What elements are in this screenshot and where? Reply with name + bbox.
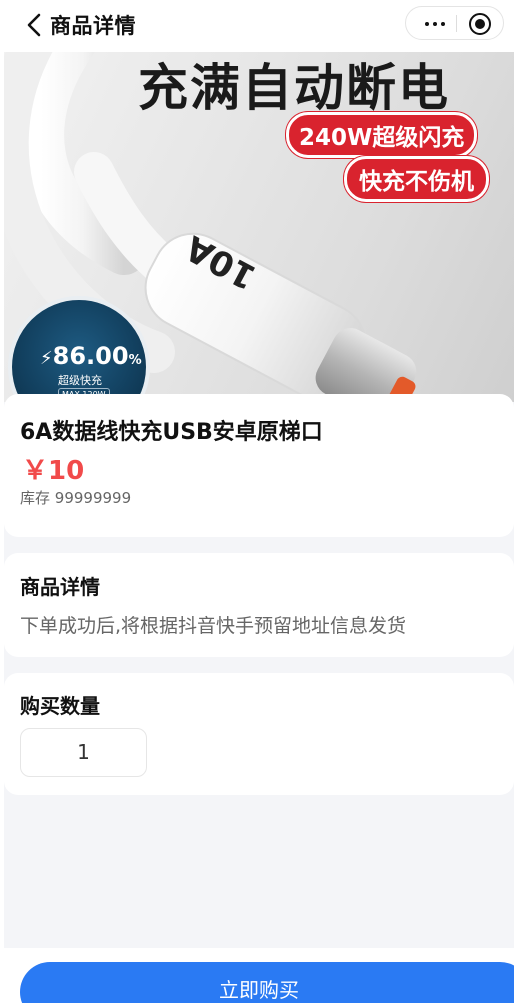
quantity-input[interactable]: 1 bbox=[20, 728, 147, 777]
bottom-action-bar: 立即购买 bbox=[4, 948, 514, 1003]
detail-text: 下单成功后,将根据抖音快手预留地址信息发货 bbox=[20, 615, 407, 637]
capsule-divider bbox=[456, 15, 457, 32]
stock-info: 库存 99999999 bbox=[20, 487, 131, 508]
detail-title: 商品详情 bbox=[20, 575, 100, 599]
target-circle-icon[interactable] bbox=[468, 12, 492, 36]
buy-now-label: 立即购买 bbox=[219, 978, 299, 1002]
quantity-card: 购买数量 1 bbox=[4, 673, 514, 795]
chevron-left-icon[interactable] bbox=[24, 11, 46, 39]
badge-subtitle: 超级快充 bbox=[58, 374, 102, 387]
quantity-title: 购买数量 bbox=[20, 694, 100, 718]
product-price: ￥10 bbox=[22, 456, 85, 486]
buy-now-button[interactable]: 立即购买 bbox=[20, 962, 514, 1003]
stock-label: 库存 bbox=[20, 489, 51, 507]
product-name: 6A数据线快充USB安卓原梯口 bbox=[20, 420, 323, 445]
image-tag-240w: 240W超级闪充 bbox=[286, 112, 478, 158]
detail-card: 商品详情 下单成功后,将根据抖音快手预留地址信息发货 bbox=[4, 553, 514, 657]
product-image: 充满自动断电 240W超级闪充 快充不伤机 10A ⚡86.00% 超级快充 M… bbox=[4, 52, 514, 402]
page-title: 商品详情 bbox=[50, 14, 136, 38]
mini-program-capsule bbox=[405, 6, 504, 40]
badge-percent: ⚡86.00% bbox=[40, 342, 142, 370]
image-headline: 充满自动断电 bbox=[138, 59, 450, 117]
more-dots-icon[interactable] bbox=[416, 7, 454, 39]
top-navbar: 商品详情 bbox=[4, 0, 514, 52]
product-info-card: 6A数据线快充USB安卓原梯口 ￥10 库存 99999999 bbox=[4, 394, 514, 537]
stock-value: 99999999 bbox=[54, 489, 132, 507]
image-tag-fast-charge: 快充不伤机 bbox=[344, 156, 489, 202]
product-detail-page: 商品详情 充满自动断电 240W超级闪充 快充不伤机 10A ⚡86.00% 超… bbox=[4, 0, 514, 1003]
right-edge bbox=[514, 0, 528, 1003]
